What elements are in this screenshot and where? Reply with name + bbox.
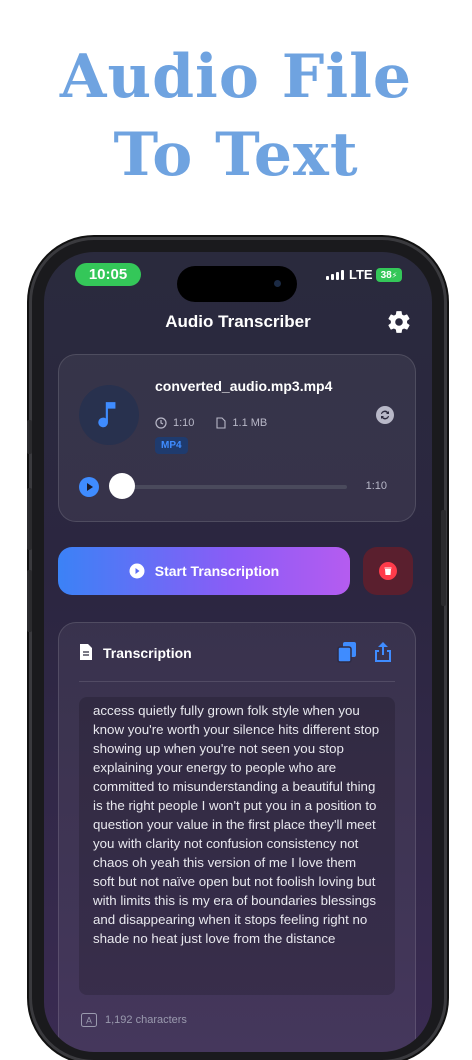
nav-title: Audio Transcriber bbox=[165, 312, 311, 331]
transcription-title: Transcription bbox=[103, 645, 192, 661]
character-count: A 1,192 characters bbox=[81, 1013, 187, 1027]
refresh-icon[interactable] bbox=[375, 405, 395, 425]
status-bar: 10:05 LTE 38 ⚡ bbox=[44, 252, 432, 302]
play-button[interactable] bbox=[79, 477, 99, 497]
side-button bbox=[27, 420, 32, 454]
svg-text:A: A bbox=[86, 1016, 92, 1026]
format-badge: MP4 bbox=[155, 437, 188, 454]
network-label: LTE bbox=[349, 267, 373, 282]
clock-icon bbox=[155, 417, 167, 429]
text-size-icon: A bbox=[81, 1013, 97, 1027]
signal-icon bbox=[326, 270, 344, 280]
delete-button[interactable] bbox=[363, 547, 413, 595]
copy-icon[interactable] bbox=[337, 641, 357, 663]
file-duration: 1:10 bbox=[173, 417, 195, 429]
gear-icon[interactable] bbox=[386, 309, 412, 335]
nav-bar: Audio Transcriber bbox=[44, 304, 432, 344]
player-duration: 1:10 bbox=[365, 480, 387, 492]
transcription-text: access quietly fully grown folk style wh… bbox=[93, 703, 380, 946]
playback-track[interactable] bbox=[119, 485, 347, 489]
status-time: 10:05 bbox=[75, 263, 141, 286]
headline-line-1: Audio File bbox=[59, 42, 413, 112]
start-transcription-label: Start Transcription bbox=[154, 563, 280, 579]
trash-icon bbox=[379, 562, 397, 580]
playback-knob[interactable] bbox=[109, 473, 135, 499]
start-transcription-button[interactable]: Start Transcription bbox=[58, 547, 350, 595]
file-size: 1.1 MB bbox=[232, 417, 268, 429]
music-note-icon bbox=[79, 385, 139, 445]
headline-line-2: To Text bbox=[113, 120, 359, 190]
volume-up-button bbox=[27, 488, 32, 550]
audio-file-card: converted_audio.mp3.mp4 1:10 1.1 MB MP4 … bbox=[58, 354, 416, 522]
character-count-label: 1,192 characters bbox=[105, 1014, 187, 1026]
document-icon bbox=[80, 644, 92, 660]
camera-icon bbox=[274, 280, 281, 287]
battery-icon: 38 ⚡ bbox=[376, 268, 402, 282]
divider bbox=[79, 681, 395, 682]
app-screen: 10:05 LTE 38 ⚡ Audio Transcriber converte… bbox=[44, 252, 432, 1052]
file-name: converted_audio.mp3.mp4 bbox=[155, 378, 333, 394]
battery-level: 38 bbox=[380, 269, 392, 281]
transcription-text-area[interactable]: access quietly fully grown folk style wh… bbox=[79, 697, 395, 995]
volume-down-button bbox=[27, 570, 32, 632]
file-meta: 1:10 1.1 MB bbox=[155, 417, 267, 429]
power-button bbox=[441, 510, 446, 606]
play-circle-icon bbox=[129, 563, 145, 579]
share-icon[interactable] bbox=[373, 641, 393, 663]
file-icon bbox=[216, 417, 226, 429]
transcription-card: Transcription access quietly fully grown… bbox=[58, 622, 416, 1052]
dynamic-island bbox=[177, 266, 297, 302]
